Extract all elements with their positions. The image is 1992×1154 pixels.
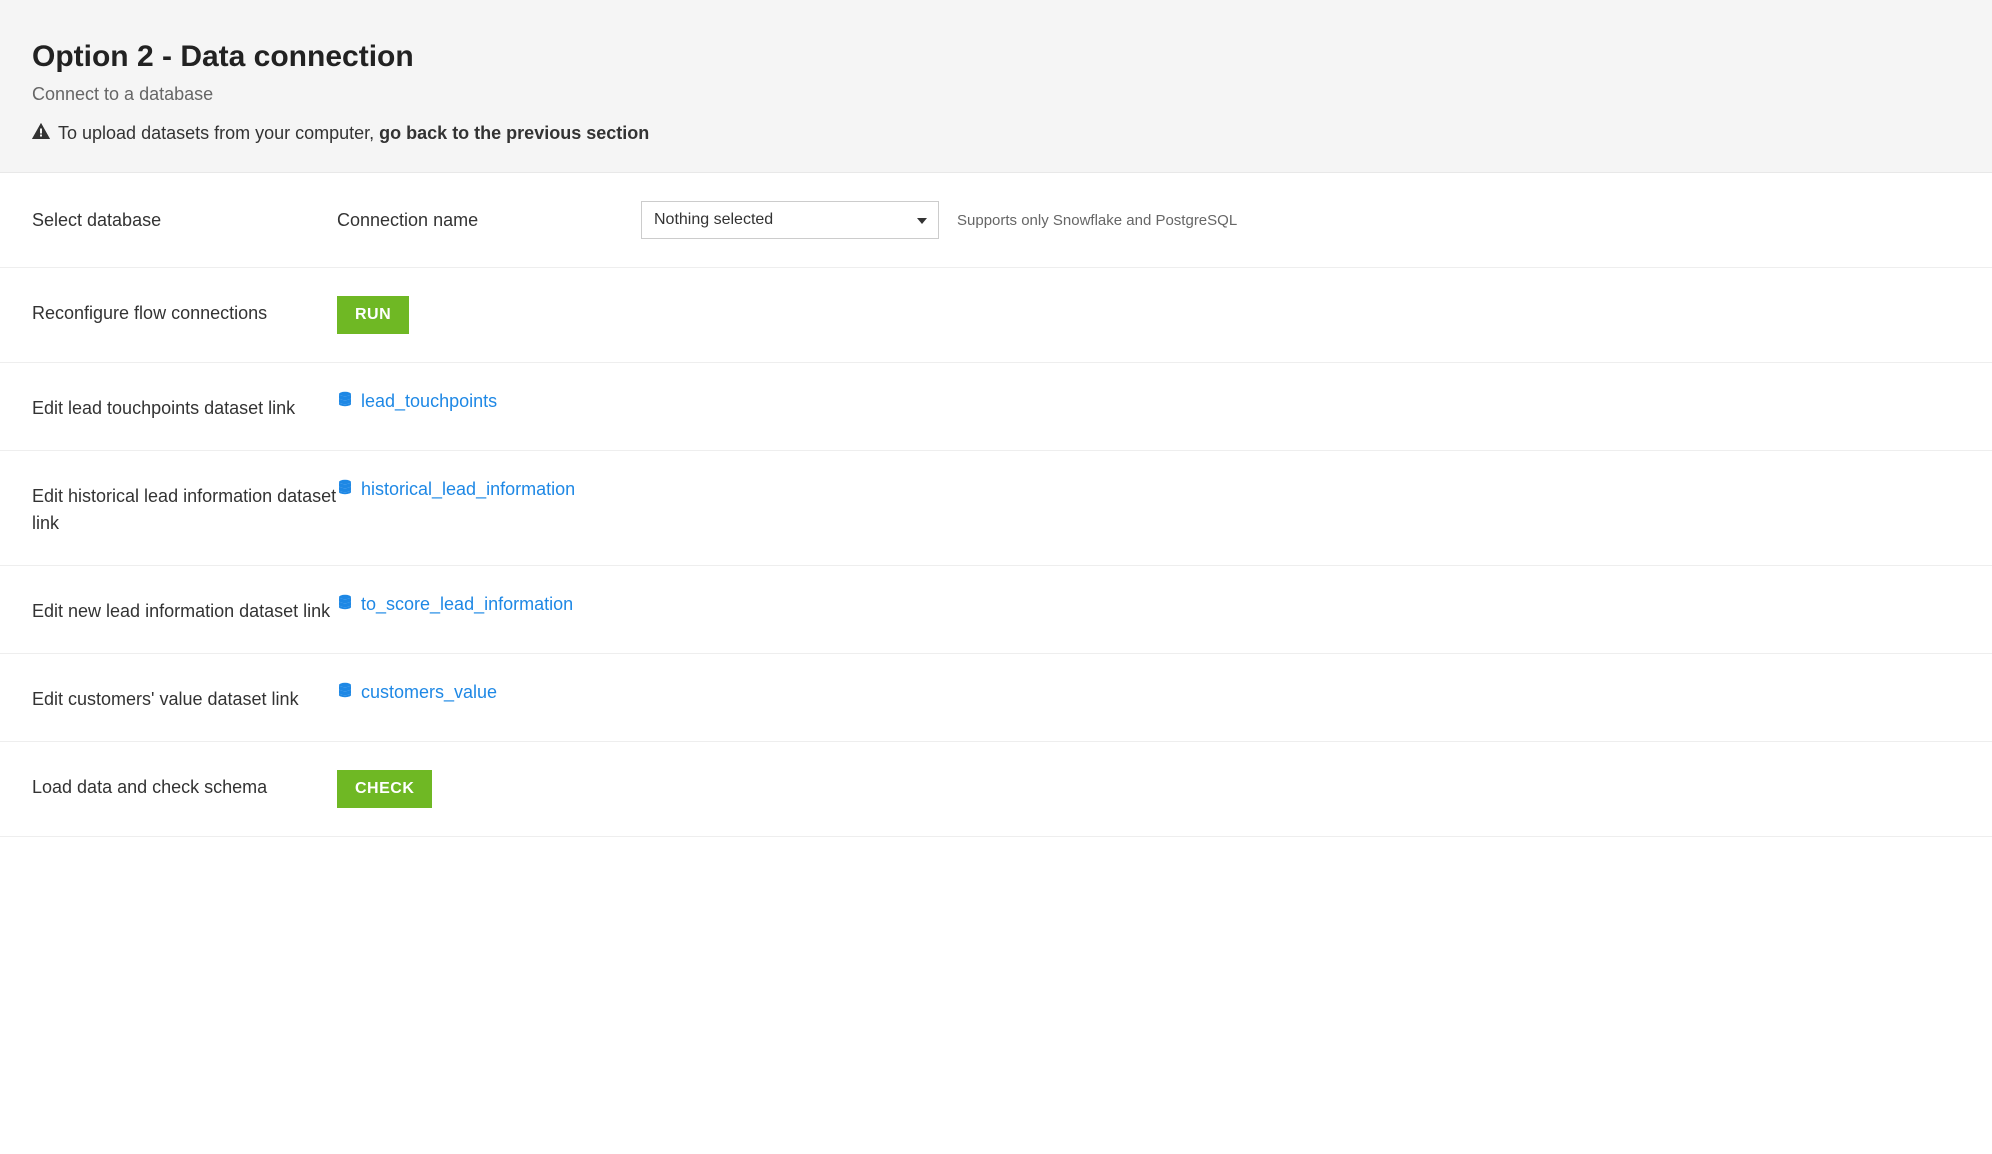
connection-name-label: Connection name	[337, 210, 627, 231]
database-icon	[337, 479, 353, 500]
reconfigure-label: Reconfigure flow connections	[32, 296, 337, 327]
dataset-row-label: Edit customers' value dataset link	[32, 682, 337, 713]
upload-warning: To upload datasets from your computer, g…	[32, 123, 1960, 144]
database-icon	[337, 594, 353, 615]
dataset-row-label: Edit lead touchpoints dataset link	[32, 391, 337, 422]
check-button[interactable]: CHECK	[337, 770, 432, 808]
dataset-row-label: Edit historical lead information dataset…	[32, 479, 337, 537]
dataset-link-text: customers_value	[361, 682, 497, 703]
page-subtitle: Connect to a database	[32, 84, 1960, 105]
select-database-label: Select database	[32, 207, 337, 234]
row-dataset: Edit new lead information dataset link to…	[0, 566, 1992, 654]
connection-help-text: Supports only Snowflake and PostgreSQL	[957, 212, 1237, 229]
warning-icon	[32, 123, 50, 144]
dataset-link-text: lead_touchpoints	[361, 391, 497, 412]
load-label: Load data and check schema	[32, 770, 337, 801]
connection-select-value: Nothing selected	[641, 201, 939, 239]
header-section: Option 2 - Data connection Connect to a …	[0, 0, 1992, 173]
page-title: Option 2 - Data connection	[32, 40, 1960, 74]
database-icon	[337, 682, 353, 703]
connection-select[interactable]: Nothing selected	[641, 201, 939, 239]
dataset-link[interactable]: lead_touchpoints	[337, 391, 497, 412]
row-dataset: Edit historical lead information dataset…	[0, 451, 1992, 566]
row-select-database: Select database Connection name Nothing …	[0, 173, 1992, 268]
database-icon	[337, 391, 353, 412]
run-button[interactable]: RUN	[337, 296, 409, 334]
row-reconfigure: Reconfigure flow connections RUN	[0, 268, 1992, 363]
row-load-check: Load data and check schema CHECK	[0, 742, 1992, 837]
dataset-row-label: Edit new lead information dataset link	[32, 594, 337, 625]
warning-link-text: go back to the previous section	[379, 123, 649, 143]
dataset-link-text: historical_lead_information	[361, 479, 575, 500]
row-dataset: Edit lead touchpoints dataset link lead_t…	[0, 363, 1992, 451]
warning-prefix: To upload datasets from your computer,	[58, 123, 379, 143]
dataset-link[interactable]: to_score_lead_information	[337, 594, 573, 615]
dataset-link-text: to_score_lead_information	[361, 594, 573, 615]
row-dataset: Edit customers' value dataset link custom…	[0, 654, 1992, 742]
dataset-link[interactable]: customers_value	[337, 682, 497, 703]
dataset-link[interactable]: historical_lead_information	[337, 479, 575, 500]
